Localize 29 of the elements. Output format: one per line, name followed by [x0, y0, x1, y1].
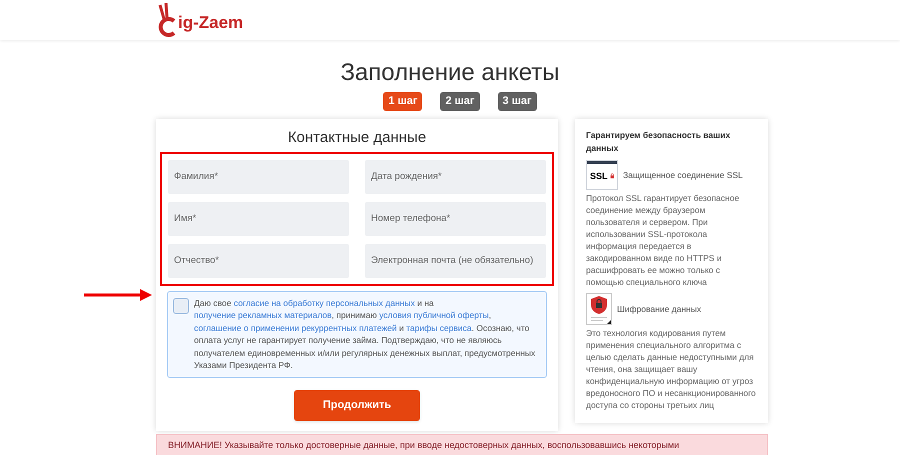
- feature-title: Шифрование данных: [617, 302, 702, 314]
- feature-description: Протокол SSL гарантирует безопасное соединение между браузером пользователя и сервером. При использовании SSL-протокола информация передается в закодированном виде по HTTPS и расшифровать ее можно только с помощью специального ключа: [586, 192, 740, 288]
- logo[interactable]: ig-Zaem: [156, 3, 244, 37]
- shield-document-icon: [586, 292, 612, 324]
- step-badge: 1 шаг: [383, 92, 422, 110]
- card-heading: Гарантируем безопасность ваших данных: [586, 128, 732, 154]
- feature-description: Это технология кодирования путем применения специального алгоритма с целью сделать данные недоступными для чтения, она защищает вашу конфиденциальную информацию от угроз вредоносного ПО и несанкционированного доступа со стороны третьих лиц: [586, 326, 757, 410]
- input-field[interactable]: Электронная почта (не обязательно): [365, 244, 546, 278]
- feature-title: Защищенное соединение SSL: [623, 168, 743, 180]
- section-heading: Контактные данные: [286, 128, 428, 146]
- input-field[interactable]: Фамилия*: [168, 160, 349, 194]
- step-badge: 3 шаг: [498, 92, 537, 110]
- arrow-icon: [84, 288, 152, 300]
- checkbox[interactable]: [173, 298, 189, 314]
- input-field[interactable]: Имя*: [168, 202, 349, 236]
- consent-link[interactable]: условия публичной оферты: [379, 310, 489, 320]
- input-field[interactable]: Отчество*: [168, 244, 349, 278]
- step-badge: 2 шаг: [440, 92, 480, 110]
- consent-link[interactable]: согласие на обработку персональных данных: [234, 298, 415, 308]
- consent-link[interactable]: тарифы сервиса: [406, 322, 472, 332]
- ssl-icon: SSL: [586, 160, 618, 190]
- page-title: Заполнение анкеты: [339, 58, 561, 88]
- continue-button[interactable]: Продолжить: [294, 390, 420, 420]
- consent-link[interactable]: соглашение о применении рекуррентных платежей: [194, 322, 397, 332]
- input-field[interactable]: Номер телефона*: [365, 202, 546, 236]
- consent-text: Даю свое согласие на обработку персональных данных и на получение рекламных материалов, принимаю условия публичной оферты, соглашение о применении рекуррентных платежей и тарифы сервиса. Осознаю, что оплата услуг не гарантирует получение займа. Подтверждаю, что не являюсь получателем единовременных и/или регулярных денежных выплат, предусмотренных Указами Президента РФ.: [194, 296, 536, 372]
- warning-text: ВНИМАНИЕ! Указывайте только достоверные данные, при вводе недостоверных данных, воспользовавшись некоторыми: [168, 439, 680, 451]
- consent-link[interactable]: получение рекламных материалов: [194, 310, 332, 320]
- input-field[interactable]: Дата рождения*: [365, 160, 546, 194]
